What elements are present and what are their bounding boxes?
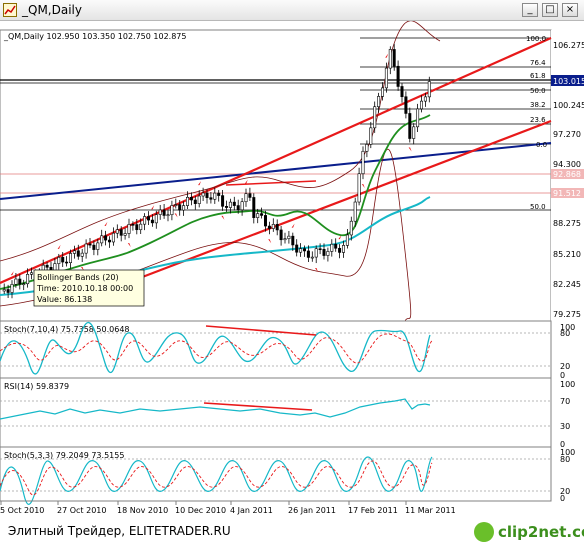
price-tick-label: 97.270	[553, 130, 581, 139]
date-tick-label: 5 Oct 2010	[0, 506, 44, 515]
fib-label: 0.0	[536, 141, 547, 149]
svg-text:Time: 2010.10.18 00:00: Time: 2010.10.18 00:00	[36, 284, 133, 293]
osc-tick-label: 0	[560, 371, 565, 380]
price-tick-label: 88.275	[553, 219, 581, 228]
stoch-panel-1[interactable]: Stoch(7,10,4) 75.7358 50.0648 10080200	[0, 320, 575, 380]
time-axis: 5 Oct 2010 27 Oct 2010 18 Nov 2010 10 Dec 2…	[0, 500, 551, 515]
window-titlebar[interactable]: _QM,Daily _ □ ×	[0, 0, 584, 21]
date-tick-label: 27 Oct 2010	[57, 506, 106, 515]
window-title: _QM,Daily	[22, 3, 82, 17]
osc-tick-label: 30	[560, 422, 570, 431]
fib-label: 76.4	[530, 59, 546, 67]
svg-text:Bollinger Bands (20): Bollinger Bands (20)	[37, 273, 119, 282]
fib-label: 61.8	[530, 72, 546, 80]
clip2net-logo-icon	[474, 522, 494, 542]
main-price-panel[interactable]: _QM,Daily 102.950 103.350 102.750 102.87…	[0, 21, 584, 322]
rsi-panel[interactable]: RSI(14) 59.8379 10070300	[0, 377, 575, 449]
date-tick-label: 4 Jan 2011	[230, 506, 273, 515]
rsi-header: RSI(14) 59.8379	[4, 382, 69, 391]
main-header: _QM,Daily 102.950 103.350 102.750 102.87…	[3, 32, 186, 41]
date-tick-label: 10 Dec 2010	[175, 506, 226, 515]
chart-app-icon	[3, 3, 17, 17]
fib-label-left: 50.0	[530, 203, 546, 211]
svg-text:92.868: 92.868	[553, 170, 581, 179]
stoch1-axis: 10080200	[560, 323, 575, 380]
stoch1-header: Stoch(7,10,4) 75.7358 50.0648	[4, 325, 130, 334]
osc-tick-label: 100	[560, 380, 575, 389]
price-tick-label: 79.275	[553, 310, 581, 319]
price-tick-label: 94.300	[553, 160, 581, 169]
fib-label: 50.0	[530, 87, 546, 95]
price-tick-label: 100.245	[553, 101, 584, 110]
date-tick-label: 18 Nov 2010	[117, 506, 168, 515]
osc-tick-label: 70	[560, 397, 570, 406]
rsi-axis: 10070300	[560, 380, 575, 449]
price-tick-label: 85.210	[553, 250, 581, 259]
current-price-tag: 103.015	[551, 75, 584, 86]
bollinger-tooltip: Bollinger Bands (20) Time: 2010.10.18 00…	[33, 269, 145, 307]
maximize-button[interactable]: □	[542, 3, 558, 17]
osc-tick-label: 0	[560, 494, 565, 503]
minimize-button[interactable]: _	[522, 3, 538, 17]
footer-text: Элитный Трейдер, ELITETRADER.RU	[8, 524, 231, 538]
fib-label: 100.0	[526, 35, 546, 43]
svg-text:Value: 86.138: Value: 86.138	[37, 295, 92, 304]
chart-area[interactable]: _QM,Daily 102.950 103.350 102.750 102.87…	[0, 21, 584, 520]
date-tick-label: 17 Feb 2011	[348, 506, 398, 515]
price-tick-label: 106.275	[553, 41, 584, 50]
date-tick-label: 26 Jan 2011	[288, 506, 336, 515]
osc-tick-label: 20	[560, 362, 570, 371]
footer-bar: Элитный Трейдер, ELITETRADER.RU clip2net…	[0, 520, 584, 545]
price-tick-label: 82.245	[553, 280, 581, 289]
svg-text:103.015: 103.015	[553, 77, 584, 86]
fib-label: 38.2	[530, 101, 546, 109]
close-button[interactable]: ×	[562, 3, 578, 17]
stoch-panel-2[interactable]: Stoch(5,3,3) 79.2049 73.5155 10080200	[0, 446, 575, 505]
clip2net-watermark: clip2net.com	[474, 521, 584, 543]
date-tick-label: 11 Mar 2011	[405, 506, 456, 515]
svg-text:91.512: 91.512	[553, 189, 581, 198]
fib-label: 23.6	[530, 116, 546, 124]
osc-tick-label: 80	[560, 455, 570, 464]
osc-tick-label: 80	[560, 329, 570, 338]
stoch2-axis: 10080200	[560, 448, 575, 503]
